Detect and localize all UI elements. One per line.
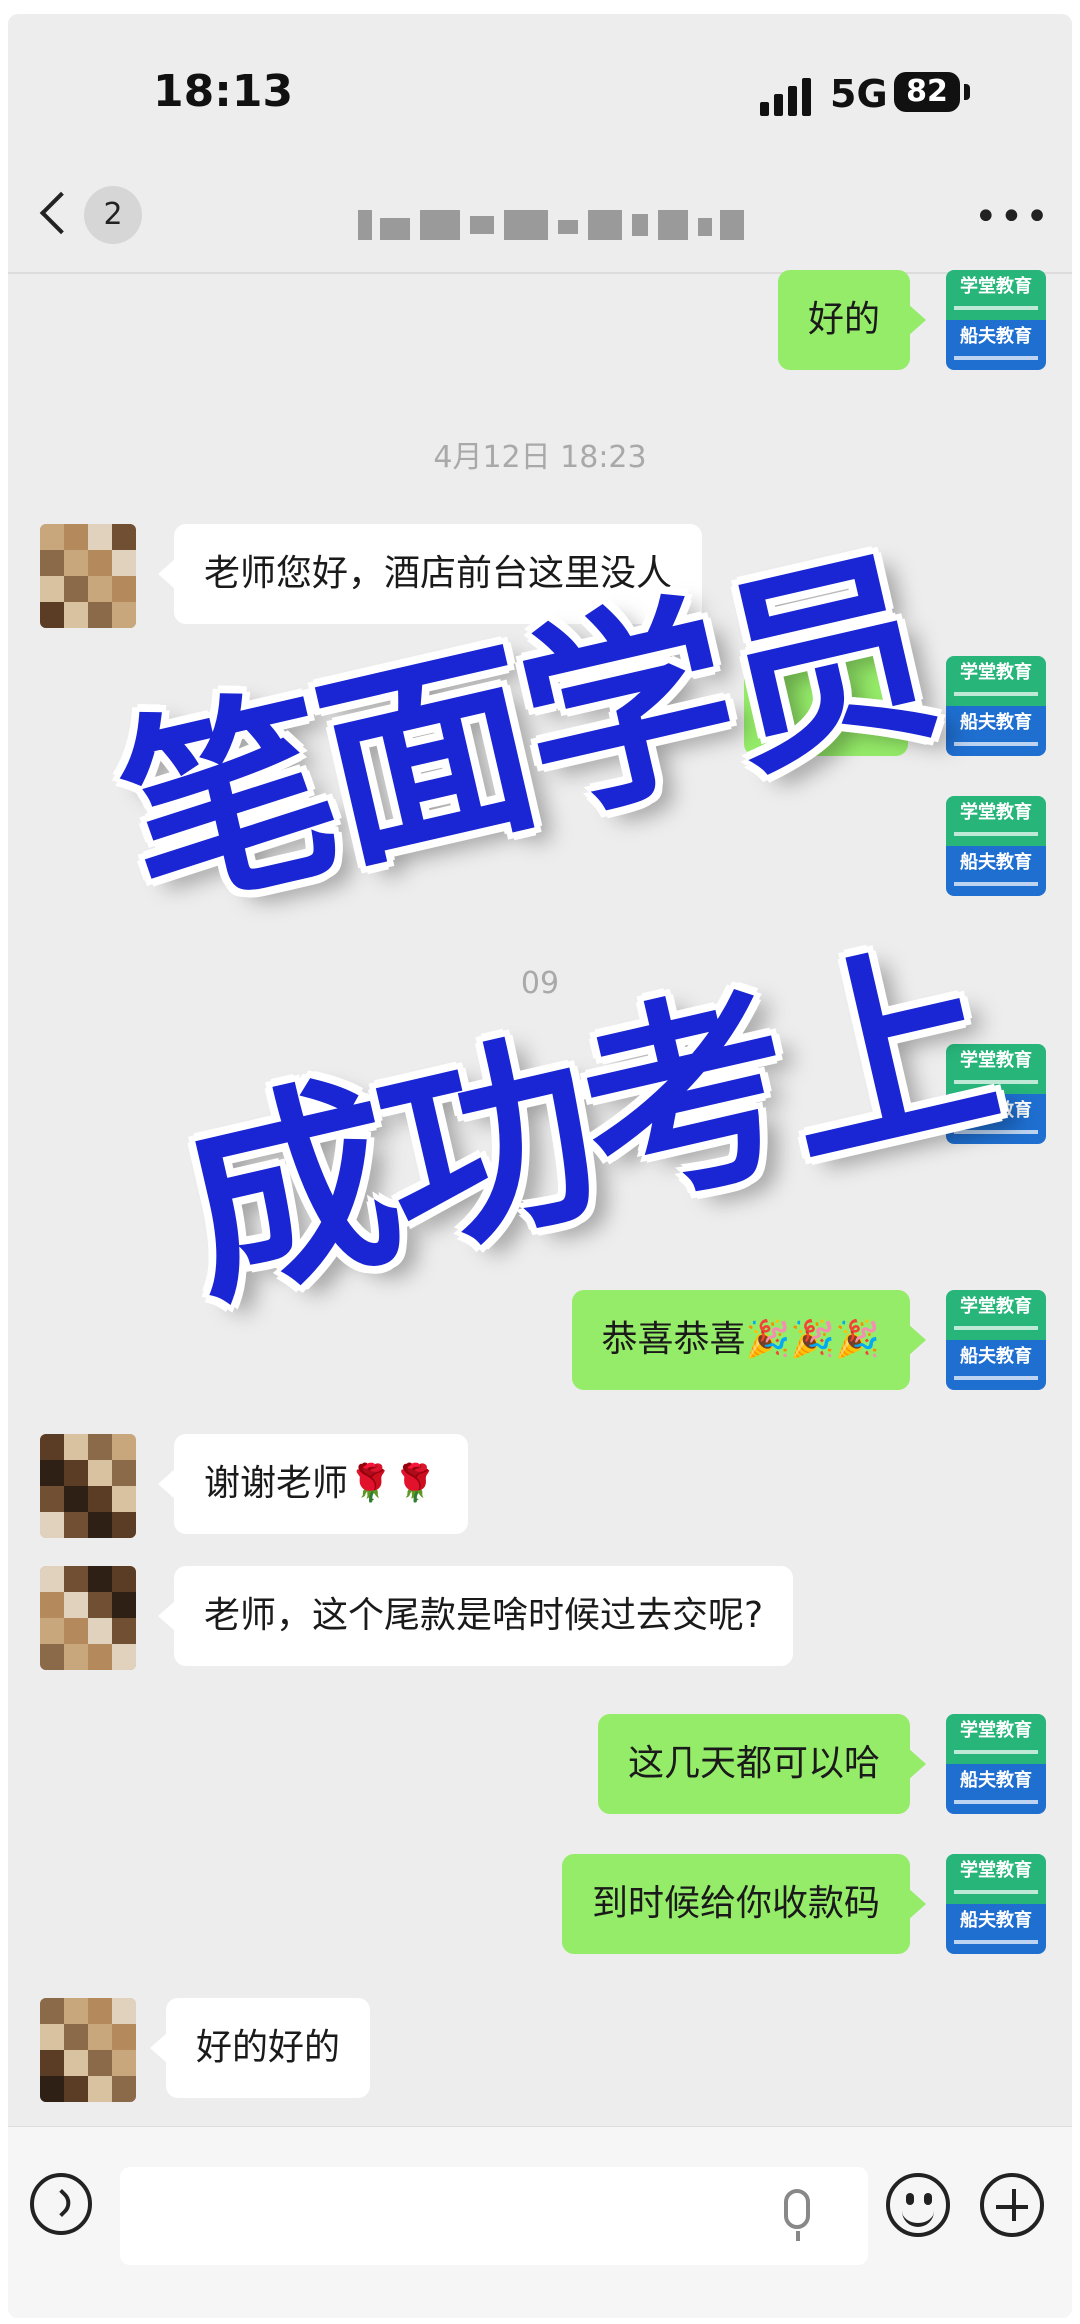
unread-badge[interactable]: 2 — [84, 186, 142, 244]
message-bubble-other[interactable]: 谢谢老师🌹🌹 — [158, 1434, 468, 1534]
contact-avatar[interactable] — [40, 1566, 136, 1670]
message-timestamp: 09 — [520, 966, 560, 1001]
self-avatar[interactable]: 学堂教育 船夫教育 — [946, 1854, 1046, 1954]
message-bubble-other[interactable]: 好的好的 — [149, 1998, 371, 2098]
message-bubble-self[interactable] — [744, 656, 924, 756]
message-bubble-self[interactable]: 好的 — [777, 270, 927, 370]
self-avatar[interactable]: 学堂教育 船夫教育 — [946, 1714, 1046, 1814]
message-bubble-other[interactable]: 老师您好，酒店前台这里没人 — [157, 524, 703, 624]
microphone-icon[interactable] — [784, 2189, 810, 2241]
emoji-icon[interactable] — [886, 2173, 950, 2237]
contact-avatar[interactable] — [40, 524, 136, 628]
message-bubble-self[interactable]: 这几天都可以哈 — [597, 1714, 927, 1814]
self-avatar[interactable]: 学堂教育 船夫教育 — [946, 656, 1046, 756]
message-bubble-self[interactable]: 到时候给你收款码 — [561, 1854, 927, 1954]
plus-icon[interactable] — [980, 2173, 1044, 2237]
self-avatar[interactable]: 学堂教育 船夫教育 — [946, 1290, 1046, 1390]
message-input[interactable] — [120, 2167, 868, 2265]
contact-avatar[interactable] — [40, 1998, 136, 2102]
chat-screen: 18:13 5G 82 2 ••• 好的 学堂教育 船夫教育 4月12日 18:… — [8, 14, 1072, 2318]
message-bubble-self[interactable]: 恭喜恭喜🎉🎉🎉 — [571, 1290, 927, 1390]
chat-header: 2 ••• — [8, 164, 1072, 274]
self-avatar[interactable]: 学堂教育 船夫教育 — [946, 270, 1046, 370]
input-bar — [8, 2126, 1072, 2318]
chat-title-blurred — [358, 210, 748, 240]
voice-mode-icon[interactable] — [30, 2173, 92, 2235]
status-time: 18:13 — [153, 66, 294, 117]
message-timestamp: 4月12日 18:23 — [433, 440, 647, 475]
signal-icon — [760, 76, 820, 116]
self-avatar[interactable]: 学堂教育 船夫教育 — [946, 1044, 1046, 1144]
back-icon[interactable] — [39, 191, 83, 235]
header-divider — [8, 272, 1072, 274]
battery-tip — [964, 84, 970, 100]
message-bubble-other[interactable]: 老师，这个尾款是啥时候过去交呢? — [157, 1566, 794, 1666]
status-bar: 18:13 5G 82 — [8, 14, 1072, 164]
self-avatar[interactable]: 学堂教育 船夫教育 — [946, 796, 1046, 896]
more-icon[interactable]: ••• — [974, 197, 1051, 237]
network-type: 5G — [830, 72, 888, 116]
contact-avatar[interactable] — [40, 1434, 136, 1538]
battery-icon: 82 — [894, 72, 960, 112]
